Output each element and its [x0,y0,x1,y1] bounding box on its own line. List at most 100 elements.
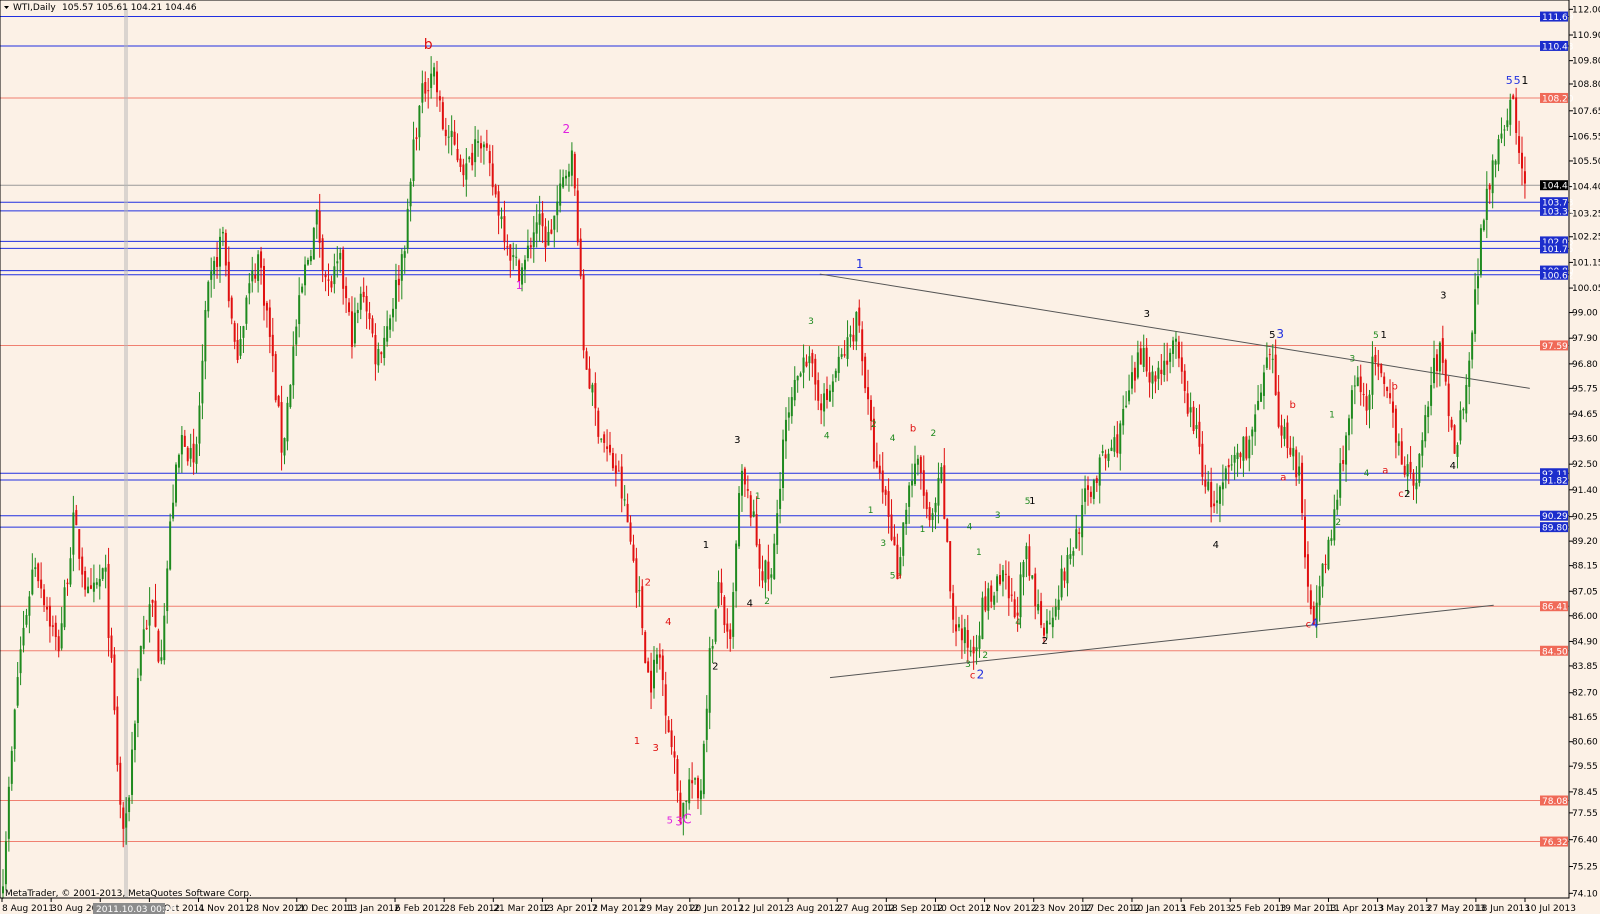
y-tick-label: 76.40 [1572,836,1598,846]
y-tick-label: 83.85 [1572,662,1598,672]
candle-body [392,308,395,318]
wave-label: 2 [931,429,937,439]
candle-body [1072,551,1075,556]
candle-body [969,650,972,653]
price-chart[interactable]: b215 3 C24133124121342134b 215 a4132c 2351423… [0,0,1600,914]
candle-body [702,743,705,795]
candle-body [75,510,78,526]
candle-body [1485,188,1488,220]
y-tick-label: 80.60 [1572,738,1598,748]
candle-body [849,334,852,337]
wave-label: 3 [1349,355,1355,365]
candle-body [667,720,670,733]
y-tick-label: 91.40 [1572,486,1598,496]
candle-body [553,215,556,230]
candle-body [919,456,922,473]
candle-body [312,227,315,260]
candle-body [1433,357,1436,384]
candle-body [826,388,829,401]
candle-body [145,627,148,629]
candle-body [1271,358,1274,360]
candle-body [353,312,356,344]
candle-body [34,567,37,570]
candle-body [509,244,512,261]
candle-body [1051,617,1054,628]
candle-body [1198,421,1201,447]
wave-label: 2 [977,668,985,682]
wave-label: 3 [1276,327,1284,341]
candle-body [1151,371,1154,384]
candle-body [1189,407,1192,413]
candle-body [1142,347,1145,367]
candle-body [1491,160,1494,194]
wave-label: 1 [976,548,982,558]
candle-body [283,438,286,456]
candle-body [377,349,380,366]
candle-body [116,706,119,766]
x-tick-label: 25 Feb 2013 [1230,904,1286,914]
x-tick-label: 10 Jul 2013 [1525,904,1576,914]
candle-body [966,630,969,648]
candle-body [820,403,823,411]
candle-body [92,582,95,592]
candle-body [1309,590,1312,610]
candle-body [650,670,653,693]
candle-body [518,260,521,282]
candle-body [940,467,943,481]
candle-body [374,335,377,365]
x-tick-label: 4 Nov 2011 [199,904,251,914]
wave-label: 2 [1042,636,1048,647]
candle-body [570,150,573,176]
candle-body [1409,461,1412,473]
candle-body [902,522,905,556]
x-tick-label: 3 Aug 2012 [788,904,840,914]
candle-body [743,468,746,485]
y-tick-label: 95.75 [1572,384,1598,394]
candle-body [172,502,175,519]
candle-body [1013,599,1016,618]
candle-body [661,655,664,681]
candle-body [541,213,544,227]
candle-body [1122,408,1125,426]
candle-body [236,339,239,360]
candle-body [453,131,456,145]
candle-body [614,465,617,474]
candle-body [1268,354,1271,356]
candle-body [875,460,878,468]
wave-label: 3 [808,317,814,327]
candle-body [749,495,752,518]
y-tick-label: 78.45 [1572,788,1598,798]
candle-body [641,586,644,629]
candle-body [1104,454,1107,459]
x-tick-label: 12 Jul 2012 [739,904,790,914]
candle-body [301,286,304,293]
candle-body [1145,347,1148,372]
wave-label: 1 [920,525,926,535]
candle-body [767,561,770,580]
candle-body [19,649,22,674]
y-tick-label: 94.65 [1572,410,1598,420]
candle-body [1324,563,1327,565]
candle-body [705,708,708,740]
candle-body [1518,136,1521,153]
candle-body [330,281,333,288]
candle-body [1063,571,1066,581]
candle-body [773,543,776,580]
x-tick-label: 1 Feb 2013 [1181,904,1231,914]
wave-label: 2 [982,651,988,661]
candle-body [1084,488,1087,502]
candle-body [629,522,632,542]
candle-body [834,370,837,378]
candle-body [1459,410,1462,441]
candle-body [327,279,330,281]
candle-body [397,278,400,286]
candle-body [591,384,594,393]
candle-body [482,144,485,148]
candle-body [125,813,128,828]
symbol-label: WTI,Daily [13,3,56,13]
wave-label: a [896,571,902,581]
candle-body [987,588,990,611]
candle-body [139,646,142,676]
candle-body [424,82,427,94]
candle-body [122,807,125,829]
